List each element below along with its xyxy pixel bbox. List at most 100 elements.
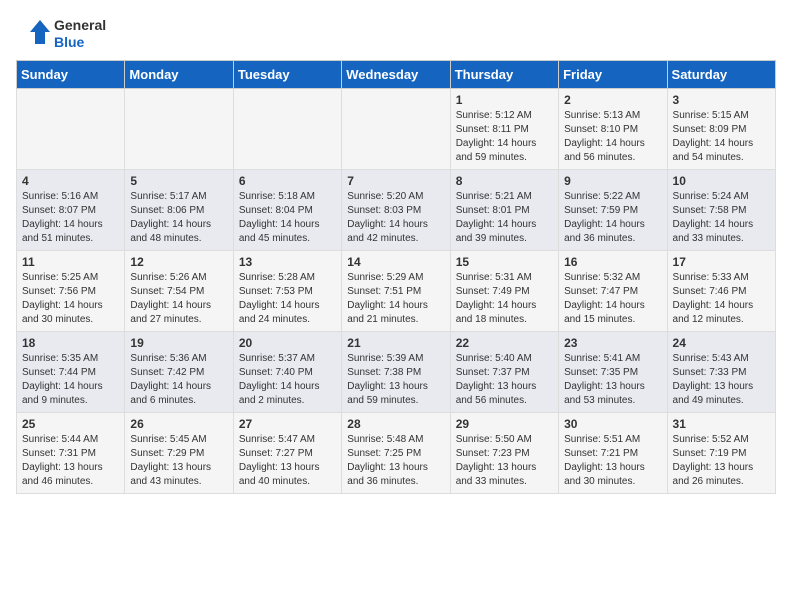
day-info: Sunrise: 5:15 AMSunset: 8:09 PMDaylight:… [673, 109, 770, 165]
logo-container: General Blue [16, 16, 106, 52]
week-row-3: 18Sunrise: 5:35 AMSunset: 7:44 PMDayligh… [17, 332, 776, 413]
calendar-cell: 4 Sunrise: 5:16 AMSunset: 8:07 PMDaylight… [17, 170, 125, 251]
calendar-cell: 27 Sunrise: 5:47 AMSunset: 7:27 PMDayligh… [233, 413, 341, 494]
day-info: Sunrise: 5:25 AMSunset: 7:56 PMDaylight:… [22, 271, 119, 327]
day-number: 13 [239, 255, 336, 269]
calendar-cell: 24 Sunrise: 5:43 AMSunset: 7:33 PMDayligh… [667, 332, 775, 413]
day-number: 27 [239, 417, 336, 431]
calendar-cell: 23 Sunrise: 5:41 AMSunset: 7:35 PMDayligh… [559, 332, 667, 413]
day-number: 10 [673, 174, 770, 188]
day-header-tuesday: Tuesday [233, 61, 341, 89]
day-info: Sunrise: 5:41 AMSunset: 7:35 PMDaylight:… [564, 352, 661, 408]
day-info: Sunrise: 5:33 AMSunset: 7:46 PMDaylight:… [673, 271, 770, 327]
day-info: Sunrise: 5:26 AMSunset: 7:54 PMDaylight:… [130, 271, 227, 327]
day-number: 8 [456, 174, 553, 188]
day-number: 9 [564, 174, 661, 188]
day-number: 12 [130, 255, 227, 269]
day-info: Sunrise: 5:51 AMSunset: 7:21 PMDaylight:… [564, 433, 661, 489]
calendar-cell: 15 Sunrise: 5:31 AMSunset: 7:49 PMDayligh… [450, 251, 558, 332]
day-info: Sunrise: 5:18 AMSunset: 8:04 PMDaylight:… [239, 190, 336, 246]
day-number: 24 [673, 336, 770, 350]
day-number: 30 [564, 417, 661, 431]
calendar-cell: 14 Sunrise: 5:29 AMSunset: 7:51 PMDayligh… [342, 251, 450, 332]
calendar-cell: 11 Sunrise: 5:25 AMSunset: 7:56 PMDayligh… [17, 251, 125, 332]
day-info: Sunrise: 5:37 AMSunset: 7:40 PMDaylight:… [239, 352, 336, 408]
day-info: Sunrise: 5:40 AMSunset: 7:37 PMDaylight:… [456, 352, 553, 408]
calendar-cell: 20Sunrise: 5:37 AMSunset: 7:40 PMDayligh… [233, 332, 341, 413]
day-info: Sunrise: 5:32 AMSunset: 7:47 PMDaylight:… [564, 271, 661, 327]
header: General Blue [16, 16, 776, 52]
day-number: 4 [22, 174, 119, 188]
calendar-cell: 9 Sunrise: 5:22 AMSunset: 7:59 PMDaylight… [559, 170, 667, 251]
day-info: Sunrise: 5:29 AMSunset: 7:51 PMDaylight:… [347, 271, 444, 327]
day-number: 16 [564, 255, 661, 269]
day-info: Sunrise: 5:39 AMSunset: 7:38 PMDaylight:… [347, 352, 444, 408]
day-header-friday: Friday [559, 61, 667, 89]
day-info: Sunrise: 5:22 AMSunset: 7:59 PMDaylight:… [564, 190, 661, 246]
calendar-cell: 12 Sunrise: 5:26 AMSunset: 7:54 PMDayligh… [125, 251, 233, 332]
day-number: 5 [130, 174, 227, 188]
calendar-cell: 2 Sunrise: 5:13 AMSunset: 8:10 PMDaylight… [559, 89, 667, 170]
week-row-4: 25 Sunrise: 5:44 AMSunset: 7:31 PMDayligh… [17, 413, 776, 494]
day-header-sunday: Sunday [17, 61, 125, 89]
day-header-wednesday: Wednesday [342, 61, 450, 89]
calendar-cell: 25 Sunrise: 5:44 AMSunset: 7:31 PMDayligh… [17, 413, 125, 494]
calendar-cell: 13Sunrise: 5:28 AMSunset: 7:53 PMDayligh… [233, 251, 341, 332]
day-info: Sunrise: 5:44 AMSunset: 7:31 PMDaylight:… [22, 433, 119, 489]
day-info: Sunrise: 5:20 AMSunset: 8:03 PMDaylight:… [347, 190, 444, 246]
logo-text: General Blue [54, 17, 106, 51]
day-info: Sunrise: 5:17 AMSunset: 8:06 PMDaylight:… [130, 190, 227, 246]
day-number: 23 [564, 336, 661, 350]
calendar-cell: 3 Sunrise: 5:15 AMSunset: 8:09 PMDaylight… [667, 89, 775, 170]
day-number: 15 [456, 255, 553, 269]
day-number: 21 [347, 336, 444, 350]
calendar-cell: 18Sunrise: 5:35 AMSunset: 7:44 PMDayligh… [17, 332, 125, 413]
week-row-2: 11 Sunrise: 5:25 AMSunset: 7:56 PMDayligh… [17, 251, 776, 332]
calendar-cell: 31Sunrise: 5:52 AMSunset: 7:19 PMDayligh… [667, 413, 775, 494]
calendar-cell: 1 Sunrise: 5:12 AMSunset: 8:11 PMDaylight… [450, 89, 558, 170]
day-number: 3 [673, 93, 770, 107]
day-number: 2 [564, 93, 661, 107]
calendar-cell: 21 Sunrise: 5:39 AMSunset: 7:38 PMDayligh… [342, 332, 450, 413]
day-number: 26 [130, 417, 227, 431]
day-number: 22 [456, 336, 553, 350]
calendar-cell: 5 Sunrise: 5:17 AMSunset: 8:06 PMDaylight… [125, 170, 233, 251]
day-number: 25 [22, 417, 119, 431]
day-header-monday: Monday [125, 61, 233, 89]
calendar-cell: 8Sunrise: 5:21 AMSunset: 8:01 PMDaylight… [450, 170, 558, 251]
day-number: 1 [456, 93, 553, 107]
day-number: 31 [673, 417, 770, 431]
day-info: Sunrise: 5:13 AMSunset: 8:10 PMDaylight:… [564, 109, 661, 165]
day-number: 11 [22, 255, 119, 269]
header-row: SundayMondayTuesdayWednesdayThursdayFrid… [17, 61, 776, 89]
day-header-thursday: Thursday [450, 61, 558, 89]
day-number: 6 [239, 174, 336, 188]
calendar-cell: 26Sunrise: 5:45 AMSunset: 7:29 PMDayligh… [125, 413, 233, 494]
calendar-cell [233, 89, 341, 170]
day-header-saturday: Saturday [667, 61, 775, 89]
day-info: Sunrise: 5:12 AMSunset: 8:11 PMDaylight:… [456, 109, 553, 165]
day-number: 14 [347, 255, 444, 269]
logo-icon [16, 16, 52, 52]
logo: General Blue [16, 16, 106, 52]
calendar-table: SundayMondayTuesdayWednesdayThursdayFrid… [16, 60, 776, 494]
calendar-cell [342, 89, 450, 170]
day-info: Sunrise: 5:50 AMSunset: 7:23 PMDaylight:… [456, 433, 553, 489]
day-info: Sunrise: 5:48 AMSunset: 7:25 PMDaylight:… [347, 433, 444, 489]
day-info: Sunrise: 5:24 AMSunset: 7:58 PMDaylight:… [673, 190, 770, 246]
day-info: Sunrise: 5:35 AMSunset: 7:44 PMDaylight:… [22, 352, 119, 408]
day-info: Sunrise: 5:43 AMSunset: 7:33 PMDaylight:… [673, 352, 770, 408]
calendar-cell [17, 89, 125, 170]
calendar-cell: 6 Sunrise: 5:18 AMSunset: 8:04 PMDaylight… [233, 170, 341, 251]
day-number: 28 [347, 417, 444, 431]
calendar-cell: 17Sunrise: 5:33 AMSunset: 7:46 PMDayligh… [667, 251, 775, 332]
calendar-cell: 7Sunrise: 5:20 AMSunset: 8:03 PMDaylight… [342, 170, 450, 251]
day-info: Sunrise: 5:47 AMSunset: 7:27 PMDaylight:… [239, 433, 336, 489]
week-row-1: 4 Sunrise: 5:16 AMSunset: 8:07 PMDaylight… [17, 170, 776, 251]
day-info: Sunrise: 5:31 AMSunset: 7:49 PMDaylight:… [456, 271, 553, 327]
day-info: Sunrise: 5:16 AMSunset: 8:07 PMDaylight:… [22, 190, 119, 246]
calendar-cell: 16 Sunrise: 5:32 AMSunset: 7:47 PMDayligh… [559, 251, 667, 332]
calendar-cell: 19Sunrise: 5:36 AMSunset: 7:42 PMDayligh… [125, 332, 233, 413]
calendar-cell: 29Sunrise: 5:50 AMSunset: 7:23 PMDayligh… [450, 413, 558, 494]
day-info: Sunrise: 5:36 AMSunset: 7:42 PMDaylight:… [130, 352, 227, 408]
